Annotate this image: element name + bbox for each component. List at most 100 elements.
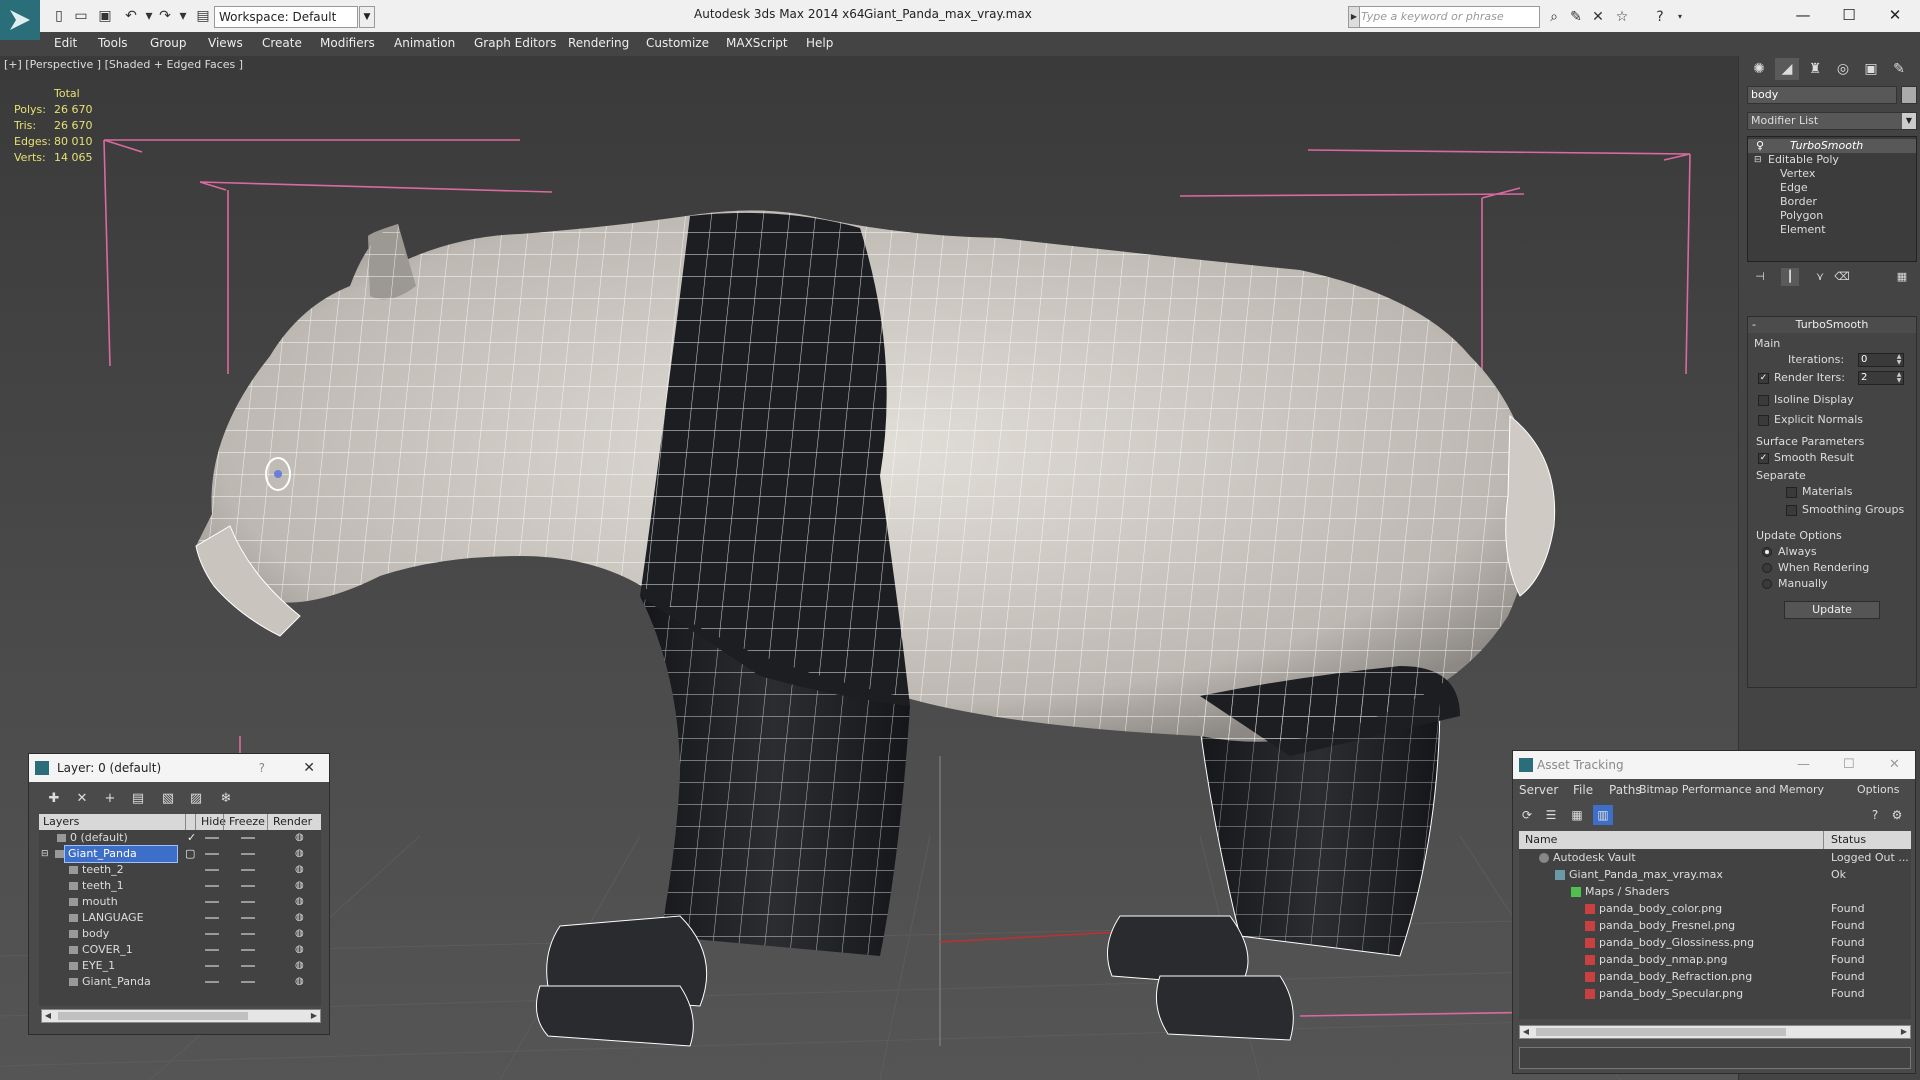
stack-item-editable-poly[interactable]: ⊟ Editable Poly: [1748, 153, 1916, 167]
stack-item-turbosmooth[interactable]: ♀ TurboSmooth: [1748, 139, 1916, 153]
object-color-swatch[interactable]: [1901, 86, 1917, 104]
asset-menu-server[interactable]: Server: [1519, 783, 1558, 797]
stack-item-border[interactable]: Border: [1748, 195, 1916, 209]
utilities-tab-icon[interactable]: ✎: [1887, 58, 1911, 80]
display-tab-icon[interactable]: ▣: [1859, 58, 1883, 80]
highlight-selected-layer-icon[interactable]: ▧: [157, 788, 179, 810]
asset-row[interactable]: Autodesk Vault Logged Out ...: [1519, 849, 1911, 866]
render-iters-spinner[interactable]: 2 ▲ ▼: [1858, 371, 1904, 385]
asset-row[interactable]: panda_body_color.png Found: [1519, 900, 1911, 917]
scrollbar-thumb[interactable]: [58, 1012, 248, 1020]
settings-icon[interactable]: ⚙: [1887, 805, 1907, 825]
panda-paws[interactable]: [535, 915, 1294, 1047]
turbosmooth-rollout-header[interactable]: - TurboSmooth: [1748, 317, 1916, 333]
menu-views[interactable]: Views: [208, 36, 243, 50]
help-icon[interactable]: ?: [1865, 805, 1885, 825]
layer-row[interactable]: body ◍: [39, 926, 321, 942]
pin-stack-icon[interactable]: ⊣: [1751, 268, 1769, 286]
select-objects-in-layer-icon[interactable]: ▤: [127, 788, 149, 810]
maximize-icon[interactable]: ☐: [1843, 751, 1855, 779]
delete-layer-icon[interactable]: ✕: [71, 788, 93, 810]
freeze-all-layers-icon[interactable]: ❄: [215, 788, 237, 810]
collapse-icon[interactable]: ⊟: [41, 846, 49, 862]
asset-menu-options[interactable]: Options: [1857, 783, 1899, 796]
close-icon[interactable]: ✕: [1872, 0, 1918, 32]
scroll-left-icon[interactable]: ◀: [1520, 1026, 1532, 1038]
help-icon[interactable]: ?: [259, 754, 265, 782]
motion-tab-icon[interactable]: ◎: [1831, 58, 1855, 80]
menu-rendering[interactable]: Rendering: [568, 36, 629, 50]
asset-row[interactable]: Maps / Shaders: [1519, 883, 1911, 900]
refresh-icon[interactable]: ⟳: [1517, 805, 1537, 825]
asset-menu-bitmap-performance[interactable]: Bitmap Performance and Memory: [1639, 783, 1824, 796]
stack-item-polygon[interactable]: Polygon: [1748, 209, 1916, 223]
update-always-radio[interactable]: [1762, 547, 1772, 557]
layer-row[interactable]: COVER_1 ◍: [39, 942, 321, 958]
maximize-icon[interactable]: ☐: [1826, 0, 1872, 32]
menu-maxscript[interactable]: MAXScript: [726, 36, 788, 50]
name-column-header[interactable]: Name: [1525, 831, 1557, 849]
layer-horizontal-scrollbar[interactable]: ◀ ▶: [41, 1009, 321, 1023]
stack-item-vertex[interactable]: Vertex: [1748, 167, 1916, 181]
minimize-icon[interactable]: —: [1780, 0, 1826, 32]
stack-item-element[interactable]: Element: [1748, 223, 1916, 237]
redo-dropdown-icon[interactable]: ▾: [172, 6, 194, 26]
table-view-icon[interactable]: ▥: [1593, 805, 1613, 825]
asset-menu-paths[interactable]: Paths: [1609, 783, 1642, 797]
configure-sets-icon[interactable]: ▦: [1893, 268, 1911, 286]
save-file-icon[interactable]: ▣: [94, 6, 116, 26]
update-when-rendering-radio[interactable]: [1762, 563, 1772, 573]
lightbulb-icon[interactable]: ♀: [1756, 139, 1764, 153]
layer-row[interactable]: teeth_2 ◍: [39, 862, 321, 878]
scroll-right-icon[interactable]: ▶: [1898, 1026, 1910, 1038]
collapse-icon[interactable]: ⊟: [1754, 153, 1762, 167]
layer-row[interactable]: teeth_1 ◍: [39, 878, 321, 894]
menu-group[interactable]: Group: [150, 36, 187, 50]
asset-row[interactable]: Giant_Panda_max_vray.max Ok: [1519, 866, 1911, 883]
menu-modifiers[interactable]: Modifiers: [320, 36, 375, 50]
show-end-result-icon[interactable]: ┃: [1781, 268, 1799, 286]
help-icon[interactable]: ?: [1650, 7, 1670, 27]
layer-row[interactable]: 0 (default) ✓ ◍: [39, 830, 321, 846]
update-button[interactable]: Update: [1784, 601, 1880, 619]
asset-row[interactable]: panda_body_Refraction.png Found: [1519, 968, 1911, 985]
workspace-dropdown[interactable]: Workspace: Default ▼: [214, 6, 375, 28]
isoline-display-checkbox[interactable]: [1758, 395, 1769, 406]
create-tab-icon[interactable]: ✺: [1747, 58, 1771, 80]
details-view-icon[interactable]: ▦: [1567, 805, 1587, 825]
remove-modifier-icon[interactable]: ⌫: [1833, 268, 1851, 286]
smoothing-groups-checkbox[interactable]: [1786, 505, 1797, 516]
project-folder-icon[interactable]: ▤: [192, 6, 214, 26]
panda-body[interactable]: [195, 210, 1556, 756]
freeze-column-header[interactable]: Freeze: [229, 814, 265, 830]
make-unique-icon[interactable]: ⋎: [1811, 268, 1829, 286]
layer-row[interactable]: ⊟ Giant_Panda ▢ ◍: [39, 845, 321, 863]
asset-window-titlebar[interactable]: Asset Tracking — ☐ ✕: [1513, 751, 1915, 779]
render-iters-checkbox[interactable]: ✓: [1758, 373, 1769, 384]
create-layer-icon[interactable]: ✚: [43, 788, 65, 810]
asset-row[interactable]: panda_body_Specular.png Found: [1519, 985, 1911, 1002]
search-input[interactable]: ▶ Type a keyword or phrase: [1348, 6, 1540, 28]
asset-menu-file[interactable]: File: [1573, 783, 1593, 797]
asset-row[interactable]: panda_body_nmap.png Found: [1519, 951, 1911, 968]
viewport-label[interactable]: [+] [Perspective ] [Shaded + Edged Faces…: [4, 58, 243, 71]
layers-column-header[interactable]: Layers: [43, 814, 79, 830]
minimize-icon[interactable]: —: [1797, 751, 1810, 779]
layer-window-titlebar[interactable]: Layer: 0 (default) ? ✕: [29, 754, 329, 782]
update-manually-radio[interactable]: [1762, 579, 1772, 589]
render-column-header[interactable]: Render: [273, 814, 312, 830]
binoculars-icon[interactable]: ⌕: [1544, 7, 1564, 27]
status-column-header[interactable]: Status: [1831, 831, 1866, 849]
set-current-layer-icon[interactable]: ▢: [185, 846, 195, 862]
expand-arrow-icon[interactable]: ▶: [1348, 6, 1360, 28]
scroll-right-icon[interactable]: ▶: [308, 1010, 320, 1022]
asset-row[interactable]: panda_body_Fresnel.png Found: [1519, 917, 1911, 934]
modify-tab-icon[interactable]: ◢: [1775, 58, 1799, 80]
favorites-star-icon[interactable]: ☆: [1612, 7, 1632, 27]
list-view-icon[interactable]: ☰: [1541, 805, 1561, 825]
menu-tools[interactable]: Tools: [98, 36, 128, 50]
menu-help[interactable]: Help: [806, 36, 833, 50]
hide-all-layers-icon[interactable]: ▨: [185, 788, 207, 810]
scrollbar-thumb[interactable]: [1536, 1028, 1786, 1036]
materials-checkbox[interactable]: [1786, 487, 1797, 498]
